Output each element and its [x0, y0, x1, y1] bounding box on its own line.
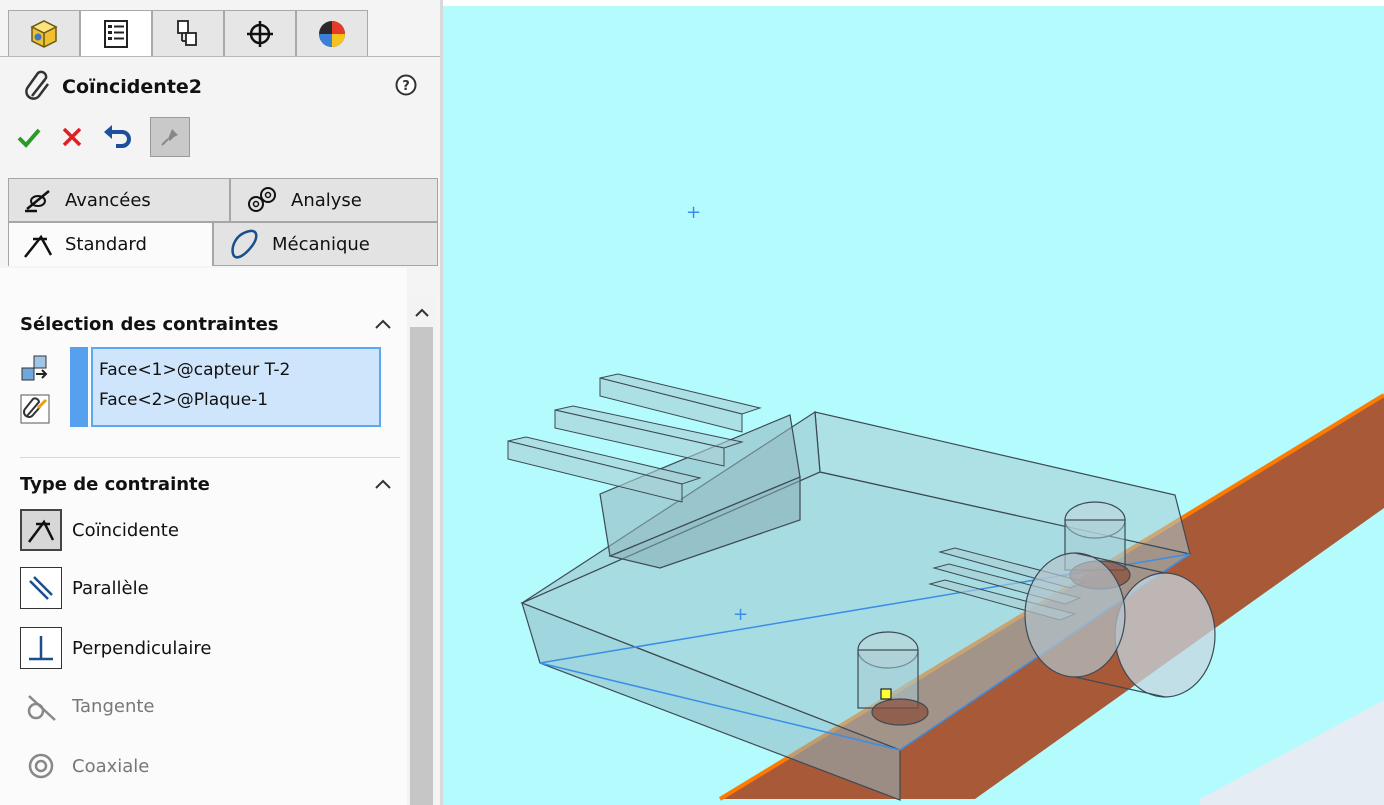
- paperclip-icon: [25, 70, 49, 100]
- configuration-icon: [177, 19, 197, 46]
- multi-mate-icon[interactable]: [20, 394, 50, 424]
- contact-point-marker[interactable]: [880, 688, 892, 700]
- svg-text:?: ?: [402, 79, 410, 94]
- scrollbar-thumb[interactable]: [410, 327, 433, 805]
- tangent-icon: [20, 685, 62, 727]
- tab-standard-label: Standard: [65, 234, 147, 255]
- dimxpert-icon: [247, 20, 273, 47]
- mate-type-heading: Type de contrainte: [20, 474, 210, 495]
- mate-option-label: Parallèle: [72, 577, 149, 599]
- concentric-icon: [20, 745, 62, 787]
- mate-option-label: Tangente: [72, 695, 155, 717]
- standard-mate-icon: [24, 234, 53, 258]
- parallel-icon: [20, 567, 62, 609]
- help-icon[interactable]: ?: [395, 74, 417, 96]
- property-manager-tab[interactable]: [80, 10, 152, 56]
- panel-scrollbar[interactable]: [407, 297, 436, 805]
- tab-advanced-label: Avancées: [65, 189, 151, 211]
- mate-option-label: Coïncidente: [72, 519, 179, 541]
- manager-tabs: [8, 10, 370, 56]
- tab-standard[interactable]: Standard: [8, 222, 213, 266]
- selected-entity[interactable]: Face<2>@Plaque-1: [99, 385, 373, 415]
- graphics-viewport[interactable]: + +: [443, 6, 1384, 805]
- selection-color-bar: [70, 347, 88, 427]
- dimxpert-manager-tab[interactable]: [224, 10, 296, 56]
- chevron-up-icon: [414, 308, 429, 317]
- display-manager-tab[interactable]: [296, 10, 368, 56]
- selected-entity[interactable]: Face<1>@capteur T-2: [99, 355, 373, 385]
- property-manager-icon: [104, 19, 128, 48]
- mate-option-label: Coaxiale: [72, 755, 150, 777]
- perpendicular-icon: [20, 627, 62, 669]
- cam-icon: [231, 229, 258, 259]
- selection-heading: Sélection des contraintes: [20, 314, 279, 335]
- feature-title: Coïncidente2: [62, 76, 203, 98]
- x-icon[interactable]: [60, 125, 84, 149]
- mate-entities-icon[interactable]: [20, 354, 50, 384]
- mate-selections-listbox[interactable]: Face<1>@capteur T-2 Face<2>@Plaque-1: [91, 347, 381, 427]
- tab-advanced[interactable]: Avancées: [8, 178, 230, 222]
- feature-manager-tab[interactable]: [8, 10, 80, 56]
- collapse-mate-type-chevron-icon[interactable]: [375, 479, 391, 489]
- property-manager-panel: Coïncidente2 ? Avancées Analyse Standard…: [0, 0, 440, 805]
- mate-option-coincident[interactable]: Coïncidente: [20, 508, 179, 552]
- tab-analysis-label: Analyse: [291, 189, 362, 211]
- tab-mechanical[interactable]: Mécanique: [213, 222, 438, 266]
- tab-divider: [0, 56, 440, 57]
- check-icon[interactable]: [16, 124, 42, 150]
- configuration-manager-tab[interactable]: [152, 10, 224, 56]
- display-icon: [319, 20, 345, 47]
- mate-option-parallel[interactable]: Parallèle: [20, 566, 149, 610]
- action-bar: [16, 116, 190, 158]
- undo-icon[interactable]: [102, 122, 132, 152]
- 3d-model-view[interactable]: + +: [443, 6, 1384, 805]
- mate-option-tangent[interactable]: Tangente: [20, 684, 155, 728]
- pin-button[interactable]: [150, 117, 190, 157]
- tab-analysis[interactable]: Analyse: [230, 178, 438, 222]
- background-plate[interactable]: [1200, 700, 1384, 805]
- analysis-gears-icon: [248, 187, 276, 212]
- mate-option-label: Perpendiculaire: [72, 637, 212, 659]
- mate-option-perpendicular[interactable]: Perpendiculaire: [20, 626, 211, 670]
- origin-plus-marker: +: [733, 604, 748, 625]
- pin-icon: [161, 129, 178, 146]
- collapse-selection-chevron-icon[interactable]: [375, 319, 391, 329]
- mate-option-concentric[interactable]: Coaxiale: [20, 744, 149, 788]
- tab-mechanical-label: Mécanique: [272, 233, 370, 255]
- section-divider: [20, 457, 400, 458]
- coincident-icon: [20, 509, 62, 551]
- model-icon: [30, 19, 58, 48]
- advanced-mate-icon: [25, 190, 50, 213]
- origin-plus-marker: +: [686, 202, 701, 223]
- scroll-up-button[interactable]: [407, 297, 436, 327]
